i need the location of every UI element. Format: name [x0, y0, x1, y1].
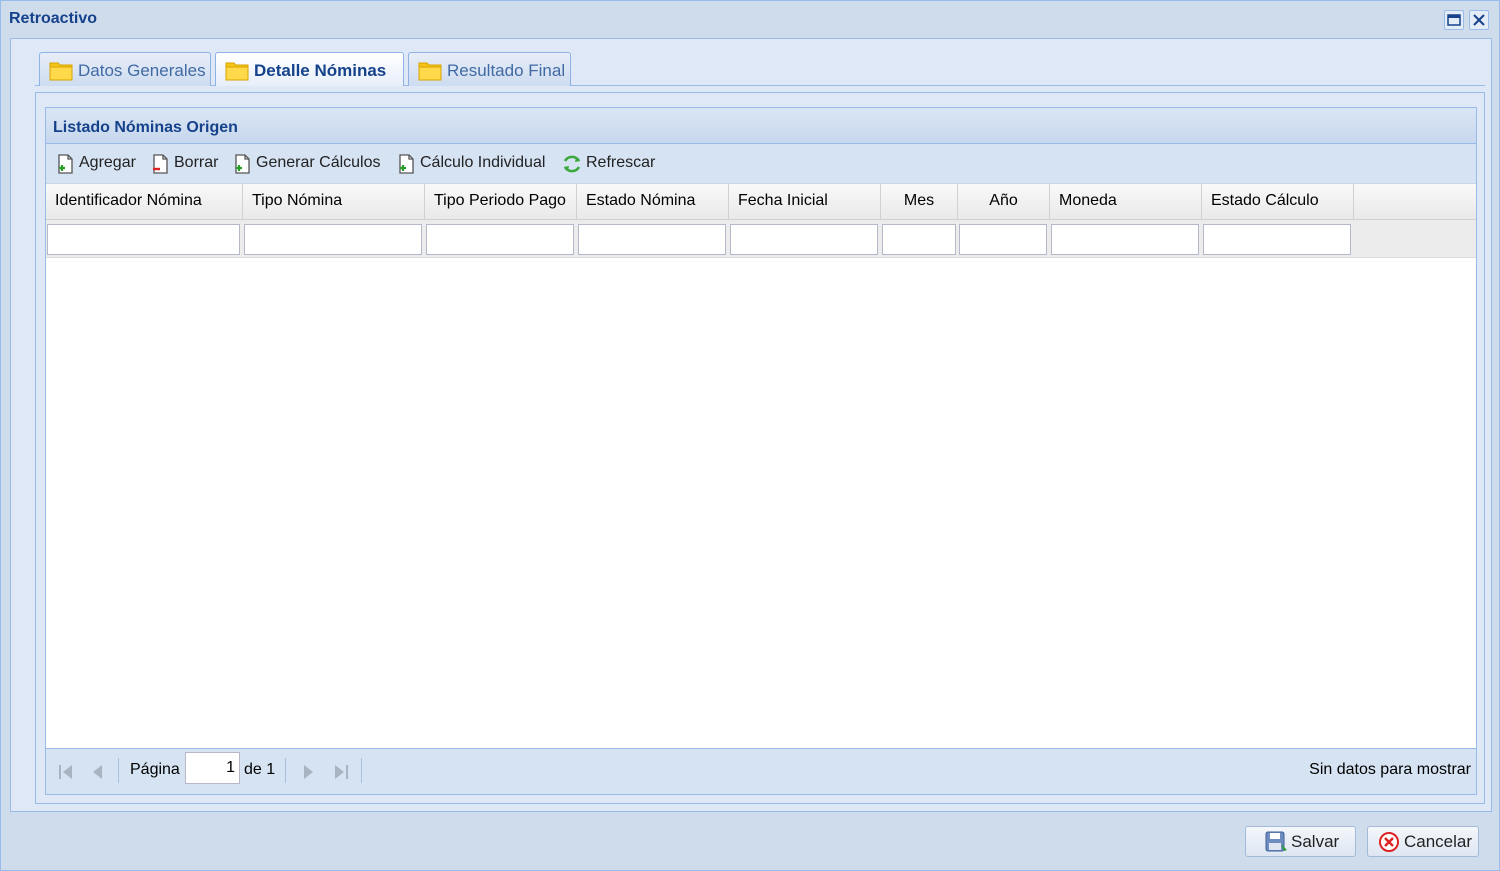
- filter-input[interactable]: [959, 224, 1047, 255]
- delete-doc-icon: [153, 154, 168, 174]
- column-header[interactable]: Tipo Nómina: [243, 184, 425, 219]
- filter-input[interactable]: [244, 224, 422, 255]
- delete-label: Borrar: [174, 154, 219, 171]
- maximize-icon[interactable]: [1444, 10, 1464, 30]
- tab-panel: Datos Generales Detalle Nóminas Resultad…: [35, 49, 1485, 805]
- save-disk-icon: [1265, 831, 1287, 852]
- page-label: Página: [130, 761, 180, 778]
- cancel-button[interactable]: Cancelar: [1367, 826, 1479, 857]
- tab-datos-generales[interactable]: Datos Generales: [39, 52, 211, 86]
- folder-icon: [418, 62, 442, 81]
- individual-label: Cálculo Individual: [420, 154, 546, 171]
- next-page-icon[interactable]: [298, 763, 318, 781]
- separator: [361, 758, 362, 783]
- separator: [285, 758, 286, 783]
- cancel-icon: [1379, 832, 1399, 852]
- grid-toolbar: Agregar Borrar Generar Cálculos Cálculo …: [46, 144, 1476, 184]
- tab-label: Detalle Nóminas: [254, 61, 387, 80]
- folder-icon: [49, 62, 73, 81]
- first-page-icon[interactable]: [56, 763, 76, 781]
- save-button[interactable]: Salvar: [1245, 826, 1356, 857]
- filter-input[interactable]: [882, 224, 956, 255]
- column-header[interactable]: Estado Nómina: [577, 184, 729, 219]
- add-doc-icon: [235, 154, 250, 174]
- folder-icon: [225, 62, 249, 81]
- filter-input[interactable]: [1051, 224, 1199, 255]
- tab-strip-bottom: [35, 86, 1485, 93]
- page-total-label: de 1: [244, 761, 276, 778]
- panel-title: Listado Nóminas Origen: [53, 119, 238, 136]
- tab-detalle-nominas[interactable]: Detalle Nóminas: [215, 52, 404, 87]
- add-label: Agregar: [79, 154, 136, 171]
- column-header[interactable]: Año: [958, 184, 1050, 219]
- individual-calculation-button[interactable]: Cálculo Individual: [394, 152, 554, 176]
- filter-input[interactable]: [426, 224, 574, 255]
- add-doc-icon: [399, 154, 414, 174]
- tab-label: Datos Generales: [78, 61, 206, 80]
- refresh-label: Refrescar: [586, 154, 656, 171]
- tab-label: Resultado Final: [447, 61, 566, 80]
- window-body: Datos Generales Detalle Nóminas Resultad…: [10, 38, 1492, 812]
- retroactivo-window: Retroactivo Datos Generales Detalle Nómi…: [0, 0, 1500, 871]
- filter-input[interactable]: [1203, 224, 1351, 255]
- filter-row: [46, 220, 1476, 258]
- filter-input[interactable]: [730, 224, 878, 255]
- page-number-input[interactable]: 1: [185, 752, 240, 784]
- last-page-icon[interactable]: [331, 763, 351, 781]
- window-title: Retroactivo: [9, 10, 98, 27]
- window-header: Retroactivo: [1, 1, 1499, 37]
- column-header[interactable]: Identificador Nómina: [46, 184, 243, 219]
- paging-status: Sin datos para mostrar: [1309, 761, 1471, 778]
- separator: [118, 758, 119, 783]
- column-header[interactable]: Tipo Periodo Pago: [425, 184, 577, 219]
- close-icon[interactable]: [1469, 10, 1489, 30]
- column-header[interactable]: Moneda: [1050, 184, 1202, 219]
- paging-toolbar: Página 1 de 1 Sin datos para mostrar: [46, 748, 1476, 794]
- refresh-button[interactable]: Refrescar: [560, 152, 670, 176]
- generate-calculations-button[interactable]: Generar Cálculos: [230, 152, 390, 176]
- column-header[interactable]: Estado Cálculo: [1202, 184, 1354, 219]
- nominas-grid-panel: Listado Nóminas Origen Agregar Borrar Ge…: [45, 107, 1477, 795]
- grid-header: Identificador Nómina Tipo Nómina Tipo Pe…: [46, 184, 1476, 220]
- filter-input[interactable]: [578, 224, 726, 255]
- column-header[interactable]: Mes: [881, 184, 958, 219]
- filter-input[interactable]: [47, 224, 240, 255]
- previous-page-icon[interactable]: [88, 763, 108, 781]
- tab-content: Listado Nóminas Origen Agregar Borrar Ge…: [35, 93, 1485, 804]
- cancel-label: Cancelar: [1404, 832, 1473, 851]
- add-button[interactable]: Agregar: [53, 152, 143, 176]
- tab-resultado-final[interactable]: Resultado Final: [408, 52, 571, 86]
- tab-strip: Datos Generales Detalle Nóminas Resultad…: [35, 49, 1485, 87]
- delete-button[interactable]: Borrar: [148, 152, 224, 176]
- save-label: Salvar: [1291, 832, 1340, 851]
- refresh-icon: [563, 155, 581, 173]
- grid-body: [46, 258, 1476, 748]
- panel-header: Listado Nóminas Origen: [46, 108, 1476, 144]
- column-header[interactable]: Fecha Inicial: [729, 184, 881, 219]
- add-doc-icon: [58, 154, 73, 174]
- generate-label: Generar Cálculos: [256, 154, 381, 171]
